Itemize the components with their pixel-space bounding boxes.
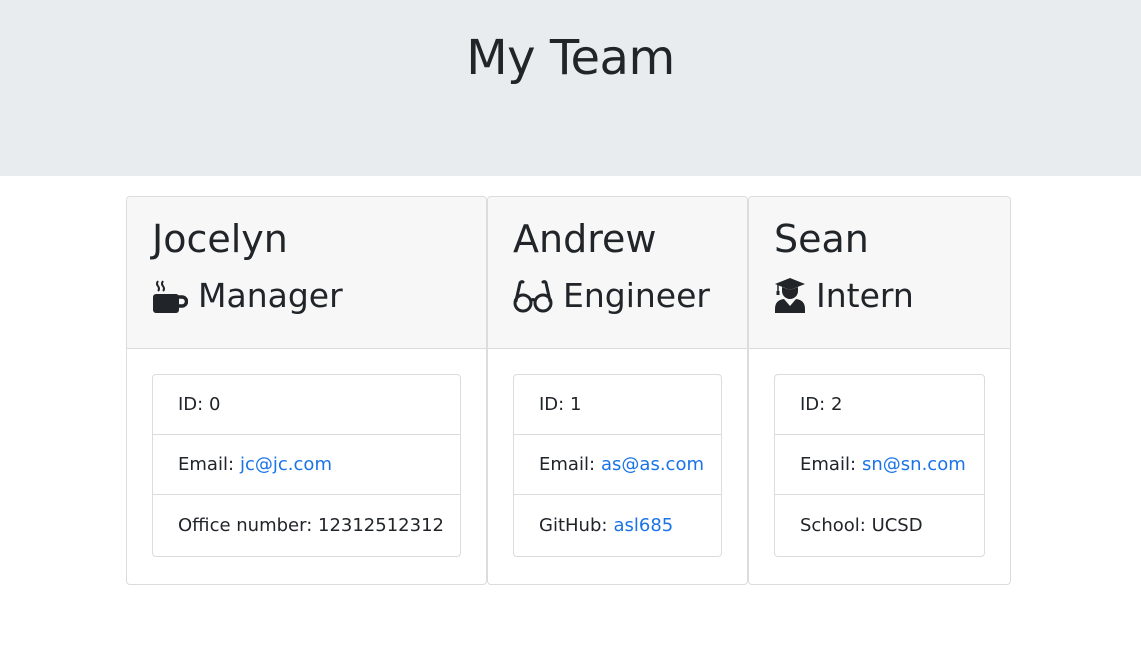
- email-row: Email: sn@sn.com: [775, 435, 984, 495]
- employee-details: ID: 1 Email: as@as.com GitHub: asl685: [513, 374, 722, 557]
- role-label: Engineer: [563, 276, 710, 315]
- card-header: Sean Intern: [749, 197, 1010, 349]
- github-link[interactable]: asl685: [613, 515, 673, 536]
- page-title: My Team: [466, 30, 675, 86]
- email-row: Email: as@as.com: [514, 435, 721, 495]
- email-link[interactable]: as@as.com: [601, 454, 704, 475]
- id-value: 0: [208, 394, 221, 415]
- id-value: 2: [830, 394, 843, 415]
- page-header: My Team: [0, 0, 1141, 176]
- employee-role: Intern: [774, 275, 985, 317]
- role-label: Manager: [198, 276, 343, 315]
- card-header: Jocelyn Manager: [127, 197, 486, 349]
- employee-role: Manager: [152, 275, 461, 317]
- employee-role: Engineer: [513, 275, 722, 317]
- glasses-icon: [513, 279, 553, 313]
- id-row: ID: 0: [153, 375, 460, 435]
- employee-name: Sean: [774, 217, 869, 261]
- email-link[interactable]: sn@sn.com: [862, 454, 966, 475]
- role-label: Intern: [816, 276, 914, 315]
- card-header: Andrew Engineer: [488, 197, 747, 349]
- school-value: UCSD: [871, 515, 923, 536]
- office-number-value: 12312512312: [318, 515, 444, 536]
- email-row: Email: jc@jc.com: [153, 435, 460, 495]
- id-row: ID: 1: [514, 375, 721, 435]
- employee-name: Andrew: [513, 217, 657, 261]
- office-number-row: Office number: 12312512312: [178, 515, 444, 536]
- employee-card-manager: Jocelyn Manager ID: 0 Email: jc@jc.com O…: [126, 196, 487, 585]
- employee-card-intern: Sean Intern ID: 2 Email: sn@sn.com Schoo…: [748, 196, 1011, 585]
- email-link[interactable]: jc@jc.com: [240, 454, 332, 475]
- employee-name: Jocelyn: [152, 217, 288, 261]
- graduate-icon: [774, 278, 806, 314]
- github-row: GitHub: asl685: [539, 515, 674, 536]
- id-value: 1: [569, 394, 582, 415]
- employee-details: ID: 0 Email: jc@jc.com Office number: 123…: [152, 374, 461, 557]
- employee-card-engineer: Andrew Engineer ID: 1 Email: as@as.com G…: [487, 196, 748, 585]
- team-cards: Jocelyn Manager ID: 0 Email: jc@jc.com O…: [126, 196, 1011, 585]
- id-row: ID: 2: [775, 375, 984, 435]
- coffee-mug-icon: [152, 278, 188, 314]
- employee-details: ID: 2 Email: sn@sn.com School: UCSD: [774, 374, 985, 557]
- school-row: School: UCSD: [800, 515, 923, 536]
